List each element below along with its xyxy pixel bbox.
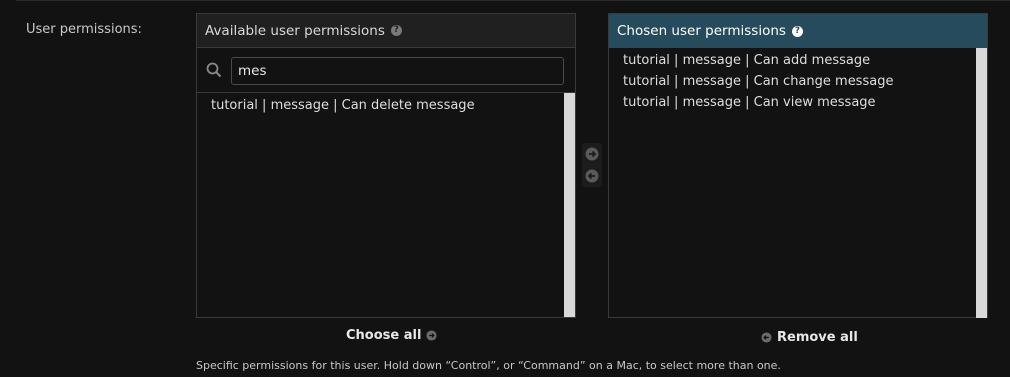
question-circle-icon[interactable]: ? [791,25,803,37]
chosen-header: Chosen user permissions ? [609,14,987,48]
chosen-title: Chosen user permissions [617,23,786,39]
help-text: Specific permissions for this user. Hold… [196,359,781,372]
remove-arrow-icon[interactable] [585,169,599,183]
chosen-permissions-box: Chosen user permissions ? tutorial | mes… [608,13,988,318]
search-icon [206,62,222,78]
available-filter [197,48,575,93]
choose-all-link[interactable]: Choose all [346,328,437,343]
choose-all-label: Choose all [346,328,422,343]
available-permissions-box: Available user permissions ? tutorial | … [196,13,576,318]
list-item[interactable]: tutorial | message | Can change message [623,71,987,92]
remove-all-label: Remove all [777,330,858,345]
available-permissions-list[interactable]: tutorial | message | Can delete message [197,93,575,317]
list-item[interactable]: tutorial | message | Can view message [623,92,987,113]
field-label: User permissions: [26,22,142,37]
chosen-scrollbar[interactable] [976,48,987,318]
list-item[interactable]: tutorial | message | Can add message [623,50,987,71]
remove-all-link[interactable]: Remove all [761,330,858,345]
available-title: Available user permissions [205,22,385,39]
move-controls [582,143,602,187]
available-header: Available user permissions ? [197,14,575,48]
add-arrow-icon[interactable] [585,147,599,161]
question-circle-icon[interactable]: ? [390,25,402,36]
chevron-left-circle-icon [761,332,772,343]
top-divider [16,0,1010,1]
available-scrollbar[interactable] [564,93,575,317]
permission-filter-input[interactable] [231,57,564,85]
chosen-permissions-list[interactable]: tutorial | message | Can add message tut… [609,48,987,318]
chevron-right-circle-icon [426,330,437,341]
list-item[interactable]: tutorial | message | Can delete message [211,95,575,116]
